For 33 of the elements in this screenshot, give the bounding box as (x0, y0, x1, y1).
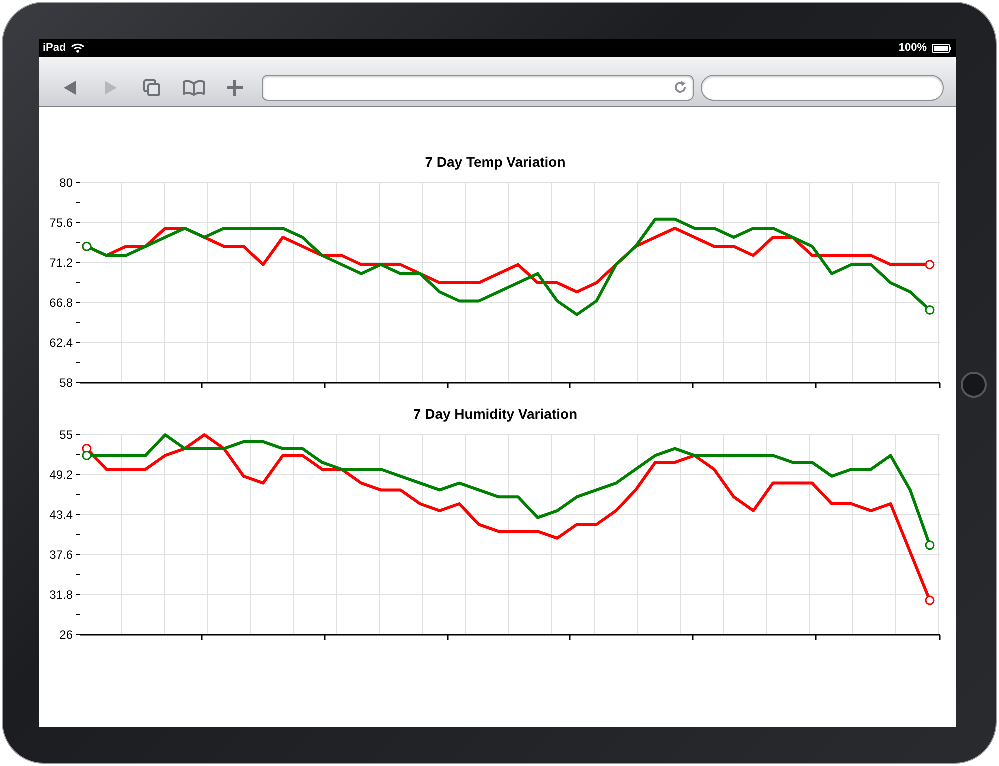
pages-icon (143, 78, 162, 96)
device-name: iPad (43, 42, 66, 54)
y-tick-label: 55 (60, 428, 73, 442)
y-tick-label: 75.6 (50, 216, 73, 230)
address-field[interactable] (262, 74, 694, 100)
back-icon (62, 80, 77, 96)
reload-icon[interactable] (674, 81, 687, 94)
y-tick-label: 71.2 (50, 256, 73, 270)
home-button[interactable] (961, 372, 987, 398)
forward-icon (104, 80, 118, 96)
y-tick-label: 26 (60, 628, 73, 642)
plus-icon (227, 80, 244, 96)
point-marker (925, 540, 935, 550)
point-marker (925, 260, 935, 270)
battery-icon (932, 44, 952, 52)
search-field[interactable] (700, 74, 944, 100)
y-tick-label: 37.6 (50, 548, 73, 562)
chart-title: 7 Day Temp Variation (425, 153, 566, 172)
point-marker (82, 450, 92, 460)
point-marker (82, 444, 92, 454)
chart-title: 7 Day Humidity Variation (413, 405, 578, 424)
point-marker (925, 596, 935, 606)
y-tick-label: 43.4 (50, 508, 73, 522)
y-tick-label: 62.4 (50, 336, 73, 350)
y-tick-label: 49.2 (50, 468, 73, 482)
wifi-icon (71, 43, 86, 53)
y-tick-label: 66.8 (50, 296, 73, 310)
book-icon (182, 80, 206, 96)
y-tick-label: 58 (60, 376, 73, 390)
y-tick-label: 80 (60, 176, 73, 190)
battery-percentage: 100% (898, 42, 927, 54)
y-tick-label: 31.8 (50, 588, 73, 602)
point-marker (925, 306, 935, 316)
